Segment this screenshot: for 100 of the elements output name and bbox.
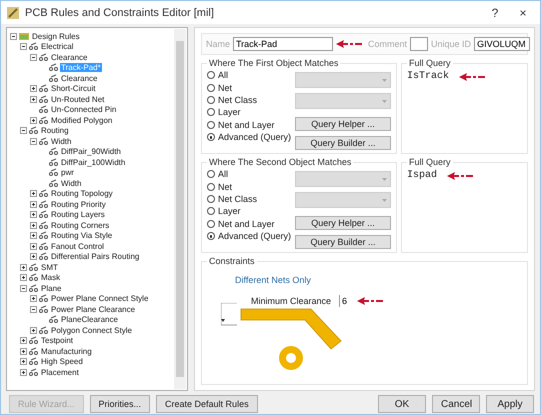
tree-item[interactable]: Electrical — [40, 42, 74, 52]
expand-toggle[interactable] — [30, 96, 37, 103]
tree-item[interactable]: Routing Via Style — [50, 231, 114, 240]
radio-button[interactable] — [207, 133, 215, 142]
dialog-button[interactable]: Cancel — [432, 395, 480, 413]
expand-toggle[interactable] — [20, 358, 27, 366]
tree-item[interactable]: Polygon Connect Style — [50, 326, 133, 335]
expand-toggle[interactable] — [30, 116, 37, 124]
expand-toggle[interactable] — [30, 211, 37, 218]
clearance-field[interactable]: 6 — [339, 295, 350, 307]
radio-label[interactable]: Net — [218, 82, 232, 93]
radio-label[interactable]: Advanced (Query) — [218, 132, 291, 142]
radio-button[interactable] — [207, 220, 215, 228]
expand-toggle[interactable] — [30, 326, 37, 334]
close-button[interactable]: × — [512, 6, 534, 20]
expand-toggle[interactable] — [30, 138, 37, 145]
tree-item[interactable]: Fanout Control — [50, 242, 105, 251]
dropdown-field[interactable] — [295, 171, 391, 187]
expand-toggle[interactable] — [30, 242, 37, 250]
tree-item[interactable]: Mask — [40, 273, 62, 282]
dialog-button[interactable]: Priorities... — [90, 395, 150, 413]
tree-item[interactable]: Power Plane Clearance — [50, 304, 136, 314]
tree-item[interactable]: Clearance — [50, 52, 88, 62]
radio-label[interactable]: Net and Layer — [218, 120, 275, 130]
tree-item[interactable]: Modified Polygon — [50, 116, 114, 125]
tree-item[interactable]: Routing Corners — [50, 220, 110, 230]
tree-item[interactable]: DiffPair_100Width — [60, 158, 126, 167]
dropdown-field[interactable] — [295, 93, 391, 109]
tree-item[interactable]: Routing — [40, 126, 70, 136]
radio-button[interactable] — [207, 194, 215, 203]
tree-item[interactable]: Design Rules — [31, 32, 81, 41]
radio-button[interactable] — [207, 182, 215, 191]
radio-label[interactable]: Net and Layer — [218, 218, 275, 229]
expand-toggle[interactable] — [30, 232, 37, 240]
tree-item[interactable]: Un-Connected Pin — [50, 105, 118, 114]
tree-item[interactable]: Clearance — [60, 74, 98, 83]
dialog-button[interactable]: Create Default Rules — [156, 395, 258, 413]
expand-toggle[interactable] — [30, 222, 37, 229]
expand-toggle[interactable] — [20, 348, 27, 355]
expand-toggle[interactable] — [20, 127, 27, 134]
tree-item[interactable]: Plane — [40, 284, 62, 293]
tree-item[interactable]: Routing Layers — [50, 210, 106, 220]
expand-toggle[interactable] — [30, 295, 37, 302]
expand-toggle[interactable] — [30, 54, 37, 61]
radio-label[interactable]: All — [218, 169, 228, 180]
radio-button[interactable] — [207, 96, 215, 104]
radio-button[interactable] — [207, 232, 215, 240]
dropdown-field[interactable] — [295, 192, 391, 208]
tree-item[interactable]: Un-Routed Net — [50, 94, 106, 104]
query-button[interactable]: Query Helper ... — [295, 117, 391, 131]
radio-label[interactable]: Advanced (Query) — [218, 231, 291, 242]
tree-item[interactable]: Testpoint — [40, 336, 74, 346]
tree-item[interactable]: Power Plane Connect Style — [50, 294, 150, 304]
dialog-button[interactable]: Apply — [486, 395, 534, 413]
radio-label[interactable]: Layer — [218, 107, 241, 118]
expand-toggle[interactable] — [20, 264, 27, 271]
radio-label[interactable]: Net Class — [218, 194, 258, 204]
query-button[interactable]: Query Builder ... — [295, 235, 391, 249]
tree-item[interactable]: Manufacturing — [40, 346, 93, 356]
expand-toggle[interactable] — [30, 253, 37, 260]
radio-button[interactable] — [207, 120, 215, 129]
tree-item[interactable]: Placement — [40, 368, 80, 377]
scrollbar[interactable] — [174, 29, 186, 389]
query-button[interactable]: Query Builder ... — [295, 136, 391, 150]
radio-button[interactable] — [207, 84, 215, 92]
expand-toggle[interactable] — [20, 43, 27, 50]
tree-item[interactable]: Short-Circuit — [50, 84, 96, 94]
radio-button[interactable] — [207, 207, 215, 216]
tree-item[interactable]: pwr — [60, 168, 75, 178]
query-button[interactable]: Query Helper ... — [295, 216, 391, 230]
radio-label[interactable]: Net Class — [218, 94, 258, 105]
expand-toggle[interactable] — [20, 337, 27, 344]
radio-button[interactable] — [207, 71, 215, 80]
radio-button[interactable] — [207, 170, 215, 178]
expand-toggle[interactable] — [20, 274, 27, 282]
expand-toggle[interactable] — [30, 200, 37, 208]
tree-item[interactable]: Routing Topology — [50, 189, 114, 198]
tree-item[interactable]: Routing Priority — [50, 200, 107, 209]
radio-button[interactable] — [207, 108, 215, 116]
tree-item[interactable]: SMT — [40, 262, 59, 272]
radio-label[interactable]: Net — [218, 182, 232, 192]
tree-item[interactable]: DiffPair_90Width — [60, 147, 122, 156]
comment-field[interactable] — [410, 37, 428, 51]
tree-item[interactable]: Differential Pairs Routing — [50, 252, 140, 262]
expand-toggle[interactable] — [10, 32, 17, 40]
dialog-button[interactable]: OK — [378, 395, 426, 413]
tree-item[interactable]: Width — [50, 136, 72, 146]
name-field[interactable]: Track-Pad — [233, 37, 334, 51]
dropdown-field[interactable] — [295, 72, 391, 88]
radio-label[interactable]: All — [218, 70, 228, 80]
tree-item[interactable]: PlaneClearance — [60, 315, 119, 324]
expand-toggle[interactable] — [20, 284, 27, 292]
unique-id-field[interactable]: GIVOLUQM — [474, 37, 530, 51]
expand-toggle[interactable] — [20, 368, 27, 376]
expand-toggle[interactable] — [30, 190, 37, 198]
expand-toggle[interactable] — [30, 306, 37, 313]
radio-label[interactable]: Layer — [218, 206, 241, 216]
tree-item[interactable]: Width — [60, 178, 82, 188]
expand-toggle[interactable] — [30, 85, 37, 92]
help-button[interactable]: ? — [484, 6, 506, 20]
